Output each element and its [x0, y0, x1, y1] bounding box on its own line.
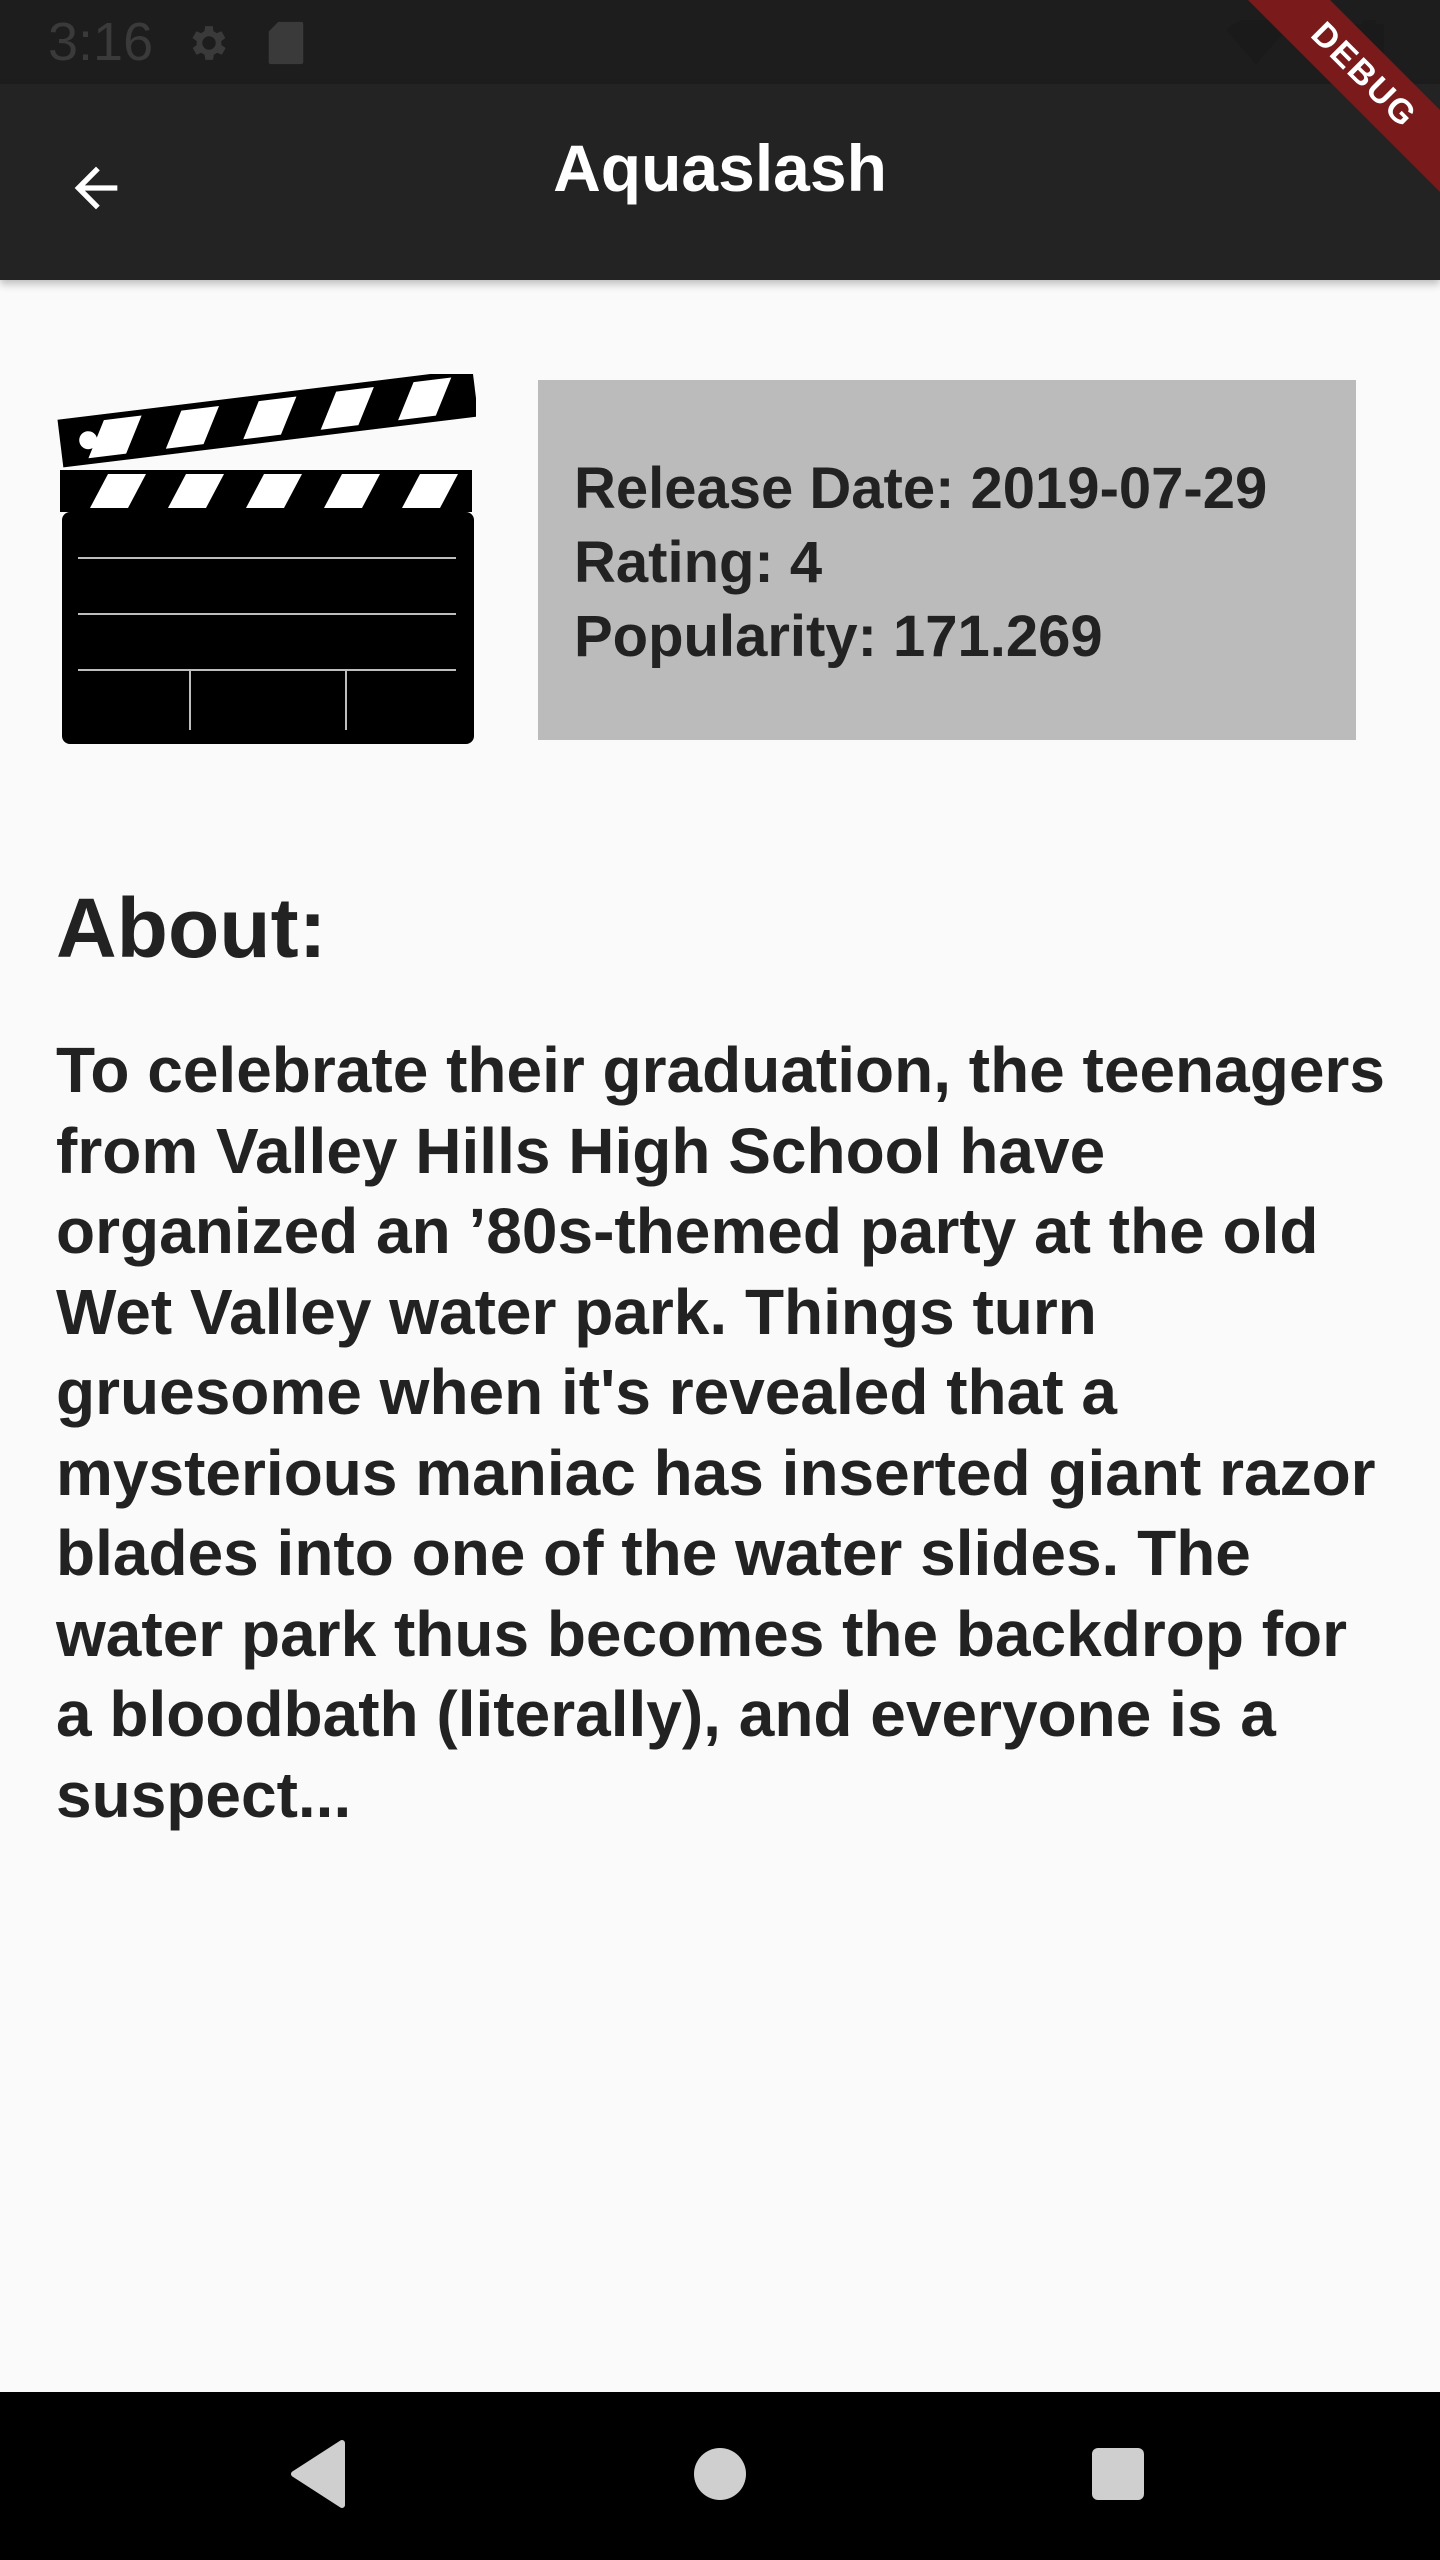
nav-home-icon	[692, 2446, 748, 2507]
settings-icon	[186, 20, 232, 71]
popularity: Popularity: 171.269	[574, 604, 1103, 669]
wifi-icon	[1226, 18, 1286, 71]
clapperboard-icon	[56, 368, 479, 748]
nav-back-button[interactable]	[268, 2426, 368, 2526]
rating: Rating: 4	[574, 530, 823, 595]
movie-info-box: Release Date: 2019-07-29 Rating: 4 Popul…	[538, 380, 1356, 740]
about-text: To celebrate their graduation, the teena…	[56, 1034, 1385, 1831]
nav-home-button[interactable]	[670, 2426, 770, 2526]
status-time: 3:16	[48, 12, 154, 72]
navigation-bar	[0, 2392, 1440, 2560]
movie-poster	[56, 368, 479, 744]
battery-icon	[1354, 20, 1384, 75]
page-title: Aquaslash	[553, 131, 887, 205]
app-bar: Aquaslash	[0, 84, 1440, 280]
nav-recents-icon	[1090, 2446, 1146, 2507]
about-heading: About:	[56, 881, 327, 975]
release-date: Release Date: 2019-07-29	[574, 456, 1268, 521]
sd-card-icon	[266, 20, 306, 71]
nav-back-icon	[286, 2439, 350, 2514]
nav-recents-button[interactable]	[1068, 2426, 1168, 2526]
